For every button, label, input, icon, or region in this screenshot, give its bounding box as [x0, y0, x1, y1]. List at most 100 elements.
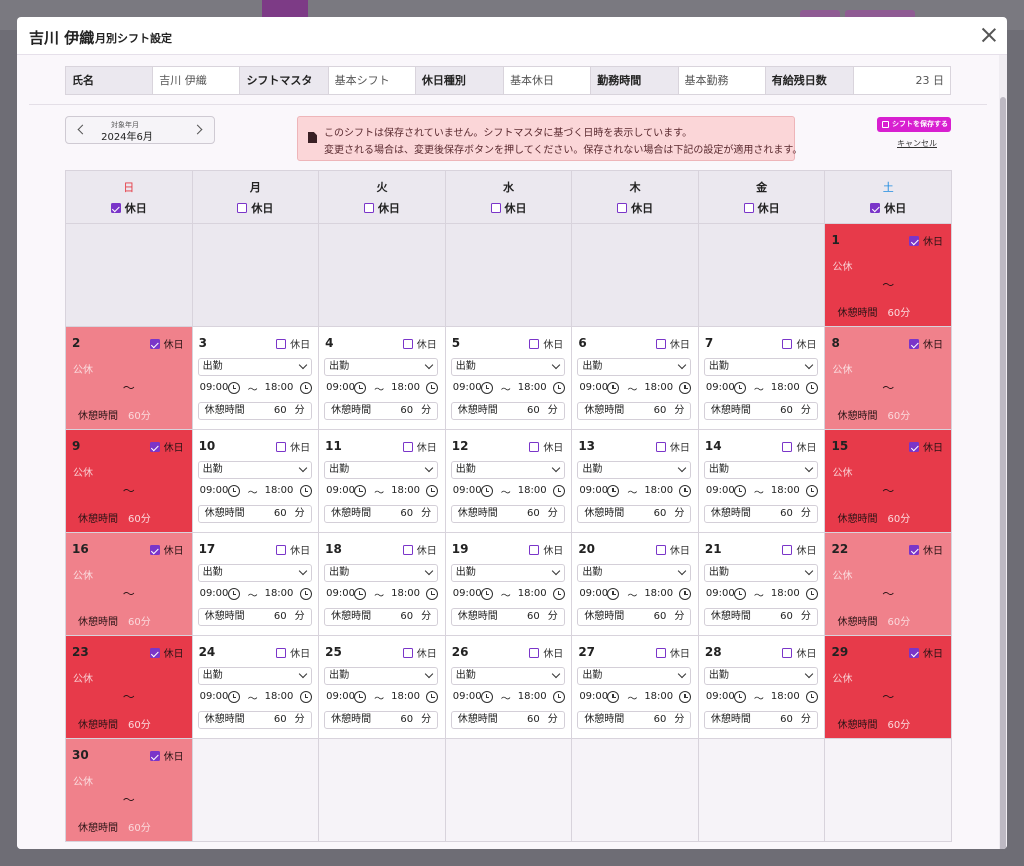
checkbox-icon[interactable]: [276, 442, 287, 452]
clock-icon[interactable]: [299, 382, 312, 394]
clock-icon[interactable]: [480, 588, 493, 600]
work-type-select[interactable]: 出勤: [324, 461, 439, 479]
rest-time-field[interactable]: 休憩時間 60 分: [577, 505, 692, 523]
clock-icon[interactable]: [354, 485, 367, 497]
rest-time-field[interactable]: 休憩時間 60 分: [324, 402, 439, 420]
day-holiday-toggle[interactable]: 休日: [276, 645, 310, 660]
end-time[interactable]: 18:00: [644, 485, 673, 496]
day-holiday-toggle[interactable]: 休日: [149, 439, 184, 454]
checkbox-icon[interactable]: [402, 648, 413, 658]
checkbox-icon[interactable]: [149, 648, 160, 658]
start-time[interactable]: 09:00: [579, 485, 608, 496]
start-time[interactable]: 09:00: [706, 382, 735, 393]
checkbox-icon[interactable]: [529, 648, 540, 658]
end-time[interactable]: 18:00: [518, 691, 547, 702]
work-type-select[interactable]: 出勤: [577, 358, 692, 376]
clock-icon[interactable]: [299, 691, 312, 703]
checkbox-icon[interactable]: [782, 648, 793, 658]
start-time[interactable]: 09:00: [453, 691, 482, 702]
checkbox-icon[interactable]: [909, 442, 920, 452]
start-time[interactable]: 09:00: [200, 691, 229, 702]
weekday-holiday-toggle[interactable]: 休日: [825, 200, 951, 216]
clock-icon[interactable]: [426, 691, 439, 703]
weekday-holiday-toggle[interactable]: 休日: [193, 200, 319, 216]
chevron-right-icon[interactable]: [192, 123, 206, 137]
rest-time-minutes[interactable]: 60: [400, 506, 413, 522]
start-time[interactable]: 09:00: [579, 588, 608, 599]
clock-icon[interactable]: [607, 382, 620, 394]
rest-time-field[interactable]: 休憩時間 60 分: [197, 402, 312, 420]
checkbox-icon[interactable]: [909, 236, 920, 246]
day-holiday-toggle[interactable]: 休日: [782, 439, 816, 454]
work-type-select[interactable]: 出勤: [703, 667, 818, 685]
day-holiday-toggle[interactable]: 休日: [909, 336, 943, 351]
rest-time-field[interactable]: 休憩時間 60 分: [703, 402, 818, 420]
day-holiday-toggle[interactable]: 休日: [782, 542, 816, 557]
clock-icon[interactable]: [227, 382, 240, 394]
clock-icon[interactable]: [552, 588, 565, 600]
day-holiday-toggle[interactable]: 休日: [909, 439, 943, 454]
clock-icon[interactable]: [805, 691, 818, 703]
work-type-select[interactable]: 出勤: [450, 564, 565, 582]
day-holiday-toggle[interactable]: 休日: [909, 233, 943, 248]
clock-icon[interactable]: [354, 691, 367, 703]
scrollbar-thumb[interactable]: [1000, 97, 1006, 849]
checkbox-icon[interactable]: [655, 648, 666, 658]
clock-icon[interactable]: [733, 588, 746, 600]
end-time[interactable]: 18:00: [644, 691, 673, 702]
rest-time-field[interactable]: 休憩時間 60 分: [324, 711, 439, 729]
clock-icon[interactable]: [552, 691, 565, 703]
end-time[interactable]: 18:00: [771, 588, 800, 599]
start-time[interactable]: 09:00: [453, 588, 482, 599]
rest-time-minutes[interactable]: 60: [780, 506, 793, 522]
checkbox-icon[interactable]: [529, 545, 540, 555]
end-time[interactable]: 18:00: [391, 588, 420, 599]
day-holiday-toggle[interactable]: 休日: [276, 336, 310, 351]
work-type-select[interactable]: 出勤: [197, 461, 312, 479]
checkbox-icon[interactable]: [402, 442, 413, 452]
rest-time-minutes[interactable]: 60: [274, 712, 287, 728]
rest-time-minutes[interactable]: 60: [274, 609, 287, 625]
rest-time-field[interactable]: 休憩時間 60 分: [577, 402, 692, 420]
work-type-select[interactable]: 出勤: [197, 667, 312, 685]
rest-time-minutes[interactable]: 60: [527, 712, 540, 728]
clock-icon[interactable]: [227, 691, 240, 703]
checkbox-icon[interactable]: [743, 203, 754, 213]
day-holiday-toggle[interactable]: 休日: [782, 336, 816, 351]
clock-icon[interactable]: [354, 382, 367, 394]
checkbox-icon[interactable]: [276, 545, 287, 555]
work-type-select[interactable]: 出勤: [703, 358, 818, 376]
end-time[interactable]: 18:00: [771, 485, 800, 496]
checkbox-icon[interactable]: [782, 545, 793, 555]
day-holiday-toggle[interactable]: 休日: [529, 542, 563, 557]
clock-icon[interactable]: [227, 485, 240, 497]
clock-icon[interactable]: [805, 588, 818, 600]
checkbox-icon[interactable]: [655, 339, 666, 349]
rest-time-minutes[interactable]: 60: [780, 712, 793, 728]
rest-time-minutes[interactable]: 60: [274, 403, 287, 419]
day-holiday-toggle[interactable]: 休日: [529, 645, 563, 660]
clock-icon[interactable]: [552, 485, 565, 497]
rest-time-minutes[interactable]: 60: [400, 609, 413, 625]
rest-time-field[interactable]: 休憩時間 60 分: [577, 711, 692, 729]
weekday-holiday-toggle[interactable]: 休日: [699, 200, 825, 216]
checkbox-icon[interactable]: [276, 339, 287, 349]
start-time[interactable]: 09:00: [579, 382, 608, 393]
clock-icon[interactable]: [552, 382, 565, 394]
work-type-select[interactable]: 出勤: [450, 461, 565, 479]
rest-time-minutes[interactable]: 60: [527, 609, 540, 625]
end-time[interactable]: 18:00: [644, 382, 673, 393]
clock-icon[interactable]: [607, 588, 620, 600]
checkbox-icon[interactable]: [237, 203, 248, 213]
clock-icon[interactable]: [679, 691, 692, 703]
start-time[interactable]: 09:00: [200, 485, 229, 496]
day-holiday-toggle[interactable]: 休日: [909, 645, 943, 660]
rest-time-field[interactable]: 休憩時間 60 分: [703, 505, 818, 523]
checkbox-icon[interactable]: [149, 751, 160, 761]
day-holiday-toggle[interactable]: 休日: [402, 439, 437, 454]
clock-icon[interactable]: [426, 485, 439, 497]
start-time[interactable]: 09:00: [706, 588, 735, 599]
end-time[interactable]: 18:00: [518, 588, 547, 599]
start-time[interactable]: 09:00: [326, 588, 355, 599]
rest-time-minutes[interactable]: 60: [400, 712, 413, 728]
